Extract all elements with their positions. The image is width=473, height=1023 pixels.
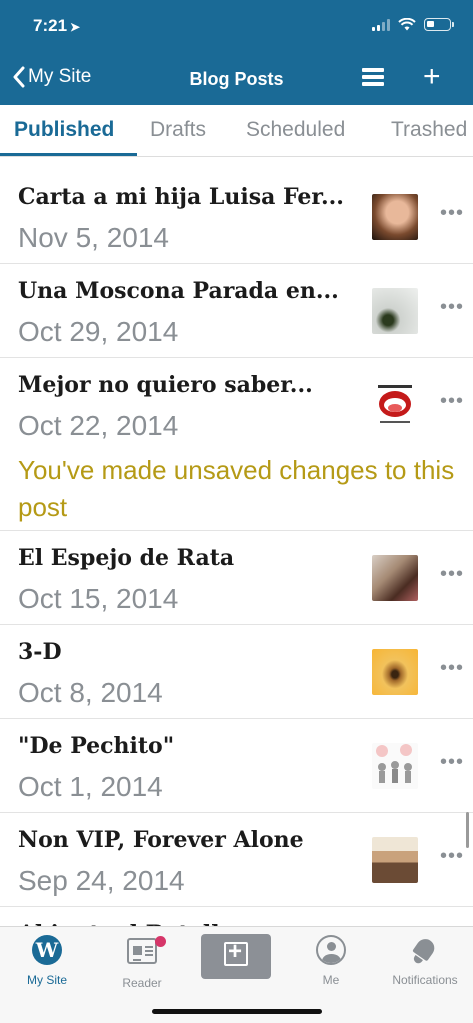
unread-dot xyxy=(155,936,166,947)
post-title: "De Pechito" xyxy=(18,733,175,759)
tab-published[interactable]: Published xyxy=(14,118,114,142)
post-title: 3-D xyxy=(18,639,62,665)
list-item[interactable]: "De Pechito" Oct 1, 2014 ••• xyxy=(0,719,473,813)
reader-icon xyxy=(127,936,166,964)
list-item[interactable]: Non VIP, Forever Alone Sep 24, 2014 ••• xyxy=(0,813,473,907)
back-button[interactable]: My Site xyxy=(12,66,91,88)
chevron-left-icon xyxy=(13,66,25,88)
wifi-icon xyxy=(398,18,416,31)
location-icon: ➤ xyxy=(70,20,81,34)
post-thumbnail xyxy=(372,837,418,883)
list-item[interactable]: 3-D Oct 8, 2014 ••• xyxy=(0,625,473,719)
battery-icon xyxy=(424,18,454,31)
post-title: Carta a mi hija Luisa Fer... xyxy=(18,184,344,210)
tab-notifications[interactable]: Notifications xyxy=(378,935,472,987)
tab-scheduled[interactable]: Scheduled xyxy=(246,118,345,142)
list-view-icon[interactable] xyxy=(362,68,384,90)
post-title: El Espejo de Rata xyxy=(18,545,235,571)
post-thumbnail xyxy=(372,382,418,428)
post-status-tabs: Published Drafts Scheduled Trashed xyxy=(0,105,473,157)
post-title: Non VIP, Forever Alone xyxy=(18,827,304,853)
wordpress-icon: W xyxy=(32,935,62,965)
more-button[interactable]: ••• xyxy=(440,657,464,680)
status-time: 7:21 ➤ xyxy=(33,16,81,35)
tab-label: Me xyxy=(322,973,340,987)
tab-reader[interactable]: Reader xyxy=(95,935,189,990)
unsaved-changes-warning: You've made unsaved changes to this post xyxy=(18,455,455,522)
list-item[interactable]: Carta a mi hija Luisa Fer... Nov 5, 2014… xyxy=(0,170,473,264)
more-button[interactable]: ••• xyxy=(440,751,464,774)
post-date: Oct 1, 2014 xyxy=(18,771,163,802)
status-icons xyxy=(372,18,454,31)
signal-icon xyxy=(372,18,390,31)
tab-me[interactable]: Me xyxy=(284,935,378,987)
more-button[interactable]: ••• xyxy=(440,563,464,586)
add-post-button[interactable]: + xyxy=(423,62,441,92)
tab-label: My Site xyxy=(26,973,67,987)
post-date: Oct 8, 2014 xyxy=(18,677,163,708)
post-date: Oct 15, 2014 xyxy=(18,583,179,614)
post-title: Una Moscona Parada en... xyxy=(18,278,339,304)
page-title: Blog Posts xyxy=(189,69,284,89)
tab-my-site[interactable]: W My Site xyxy=(0,935,94,987)
post-thumbnail xyxy=(372,649,418,695)
scroll-indicator[interactable] xyxy=(466,812,469,848)
more-button[interactable]: ••• xyxy=(440,845,464,868)
more-button[interactable]: ••• xyxy=(440,202,464,225)
me-icon xyxy=(316,935,346,965)
post-title: Mejor no quiero saber... xyxy=(18,372,313,398)
back-label: My Site xyxy=(28,66,92,87)
list-item[interactable]: Una Moscona Parada en... Oct 29, 2014 ••… xyxy=(0,264,473,358)
post-thumbnail xyxy=(372,194,418,240)
tab-trashed[interactable]: Trashed xyxy=(391,118,467,142)
header-bar: 7:21 ➤ My Site Blog Posts + xyxy=(0,0,473,105)
post-date: Oct 22, 2014 xyxy=(18,410,179,441)
post-date: Nov 5, 2014 xyxy=(18,222,169,253)
bell-icon xyxy=(410,935,440,965)
more-button[interactable]: ••• xyxy=(440,296,464,319)
compose-icon xyxy=(224,938,248,966)
post-date: Oct 29, 2014 xyxy=(18,316,179,347)
tab-indicator xyxy=(0,153,137,156)
post-thumbnail xyxy=(372,288,418,334)
home-indicator xyxy=(152,1009,322,1014)
post-thumbnail xyxy=(372,743,418,789)
tab-drafts[interactable]: Drafts xyxy=(150,118,206,142)
post-list: Carta a mi hija Luisa Fer... Nov 5, 2014… xyxy=(0,170,473,937)
compose-button[interactable] xyxy=(201,934,271,979)
more-button[interactable]: ••• xyxy=(440,390,464,413)
post-date: Sep 24, 2014 xyxy=(18,865,185,896)
tab-label: Notifications xyxy=(392,973,458,987)
tab-label: Reader xyxy=(122,976,162,990)
list-item[interactable]: El Espejo de Rata Oct 15, 2014 ••• xyxy=(0,531,473,625)
list-item[interactable]: Mejor no quiero saber... Oct 22, 2014 Yo… xyxy=(0,358,473,531)
post-thumbnail xyxy=(372,555,418,601)
